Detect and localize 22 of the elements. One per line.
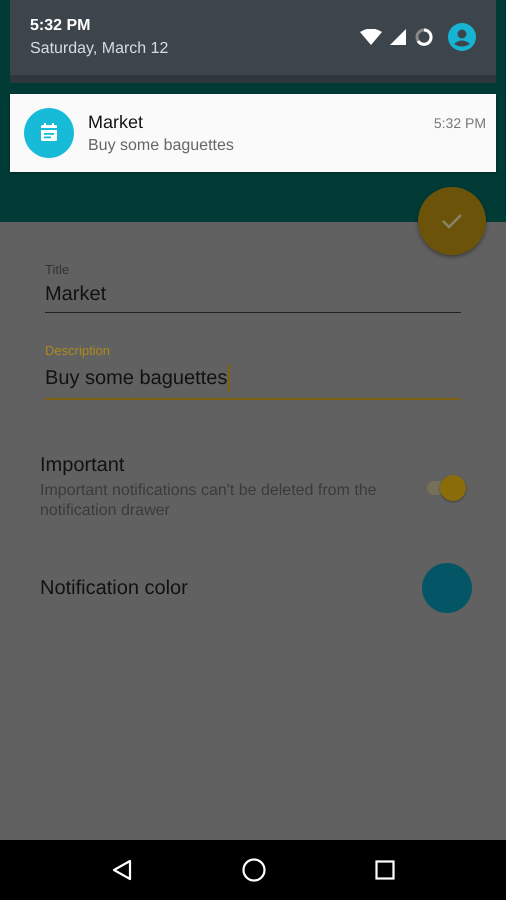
calendar-icon xyxy=(24,108,74,158)
user-avatar-icon[interactable] xyxy=(448,22,476,50)
clock-time: 5:32 PM xyxy=(30,17,92,35)
notification-title: Market xyxy=(88,112,144,132)
confirm-button[interactable] xyxy=(418,187,486,255)
color-swatch[interactable] xyxy=(422,563,472,613)
notification-text: Buy some baguettes xyxy=(88,136,235,154)
loading-ring-icon xyxy=(414,26,434,46)
check-icon xyxy=(441,213,463,229)
setting-label: Important xyxy=(40,454,126,477)
signal-icon xyxy=(390,28,406,44)
field-label: Description xyxy=(45,343,112,358)
text-field[interactable]: Buy some baguettes xyxy=(45,364,461,400)
notification-card[interactable]: Market Buy some baguettes 5:32 PM xyxy=(10,94,496,172)
setting-label: Notification color xyxy=(40,576,189,600)
recents-icon[interactable] xyxy=(375,860,396,880)
wifi-icon xyxy=(360,28,382,44)
back-icon[interactable] xyxy=(110,859,133,881)
home-icon[interactable] xyxy=(242,858,266,882)
text-field[interactable]: Market xyxy=(45,283,461,313)
notification-time: 5:32 PM xyxy=(434,115,486,131)
date-text: Saturday, March 12 xyxy=(30,40,170,58)
